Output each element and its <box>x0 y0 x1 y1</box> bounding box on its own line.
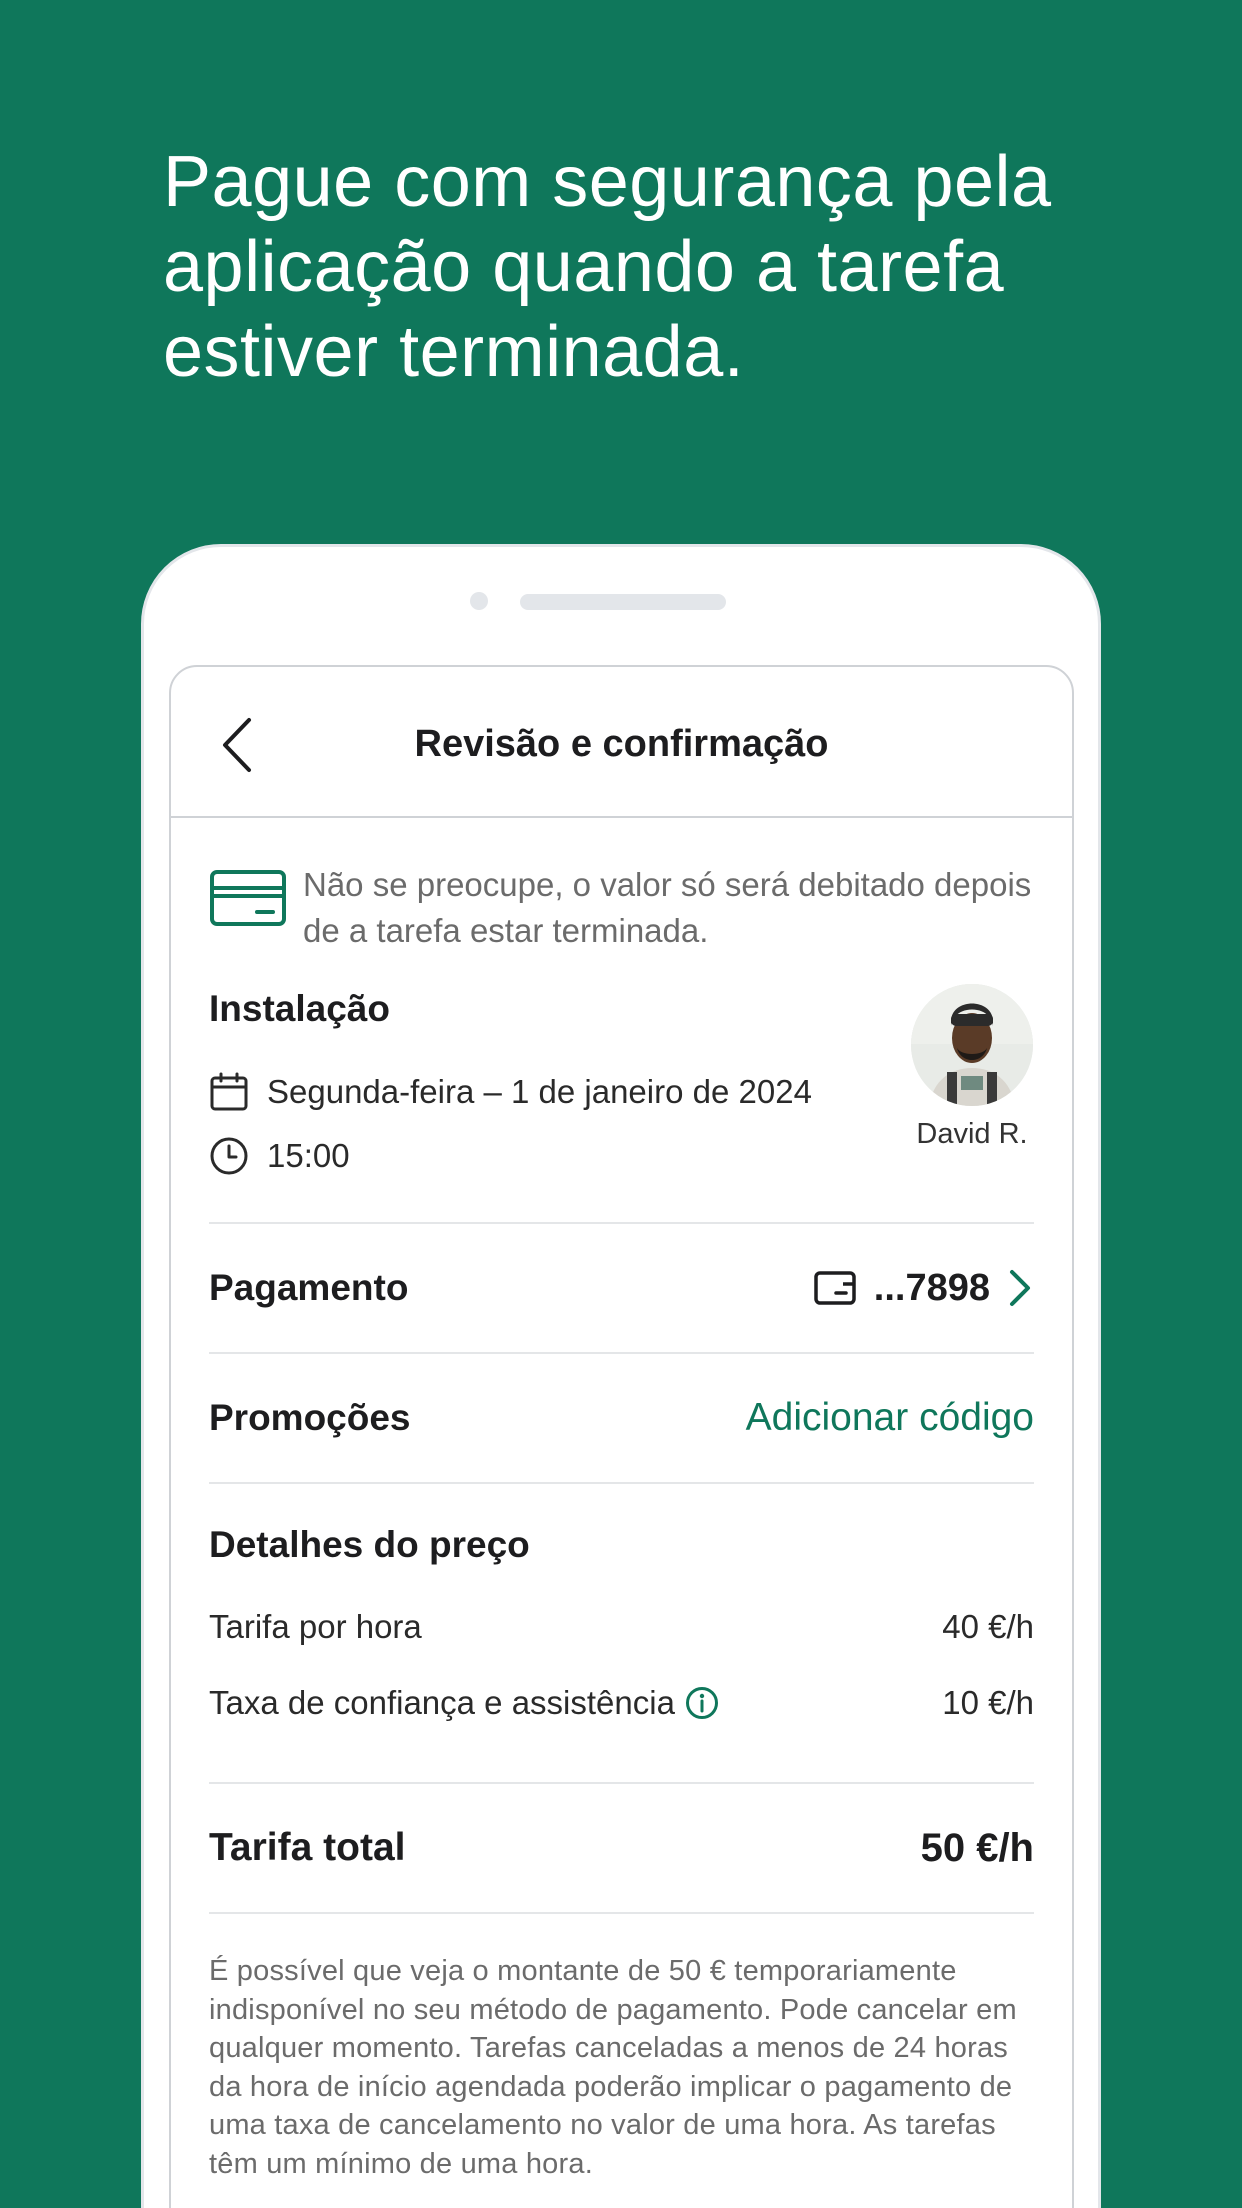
task-title: Instalação <box>209 988 390 1029</box>
total-value: 50 €/h <box>920 1825 1034 1870</box>
task-time: 15:00 <box>267 1137 350 1174</box>
trust-fee-label: Taxa de confiança e assistência <box>209 1684 675 1721</box>
total-label: Tarifa total <box>209 1826 406 1869</box>
task-date: Segunda-feira – 1 de janeiro de 2024 <box>267 1073 812 1110</box>
tasker-name: David R. <box>916 1118 1028 1150</box>
task-time-row: 15:00 <box>209 1136 350 1176</box>
payment-label: Pagamento <box>209 1267 409 1308</box>
payment-notice: Não se preocupe, o valor só será debitad… <box>209 818 1034 954</box>
phone-speaker <box>520 594 726 610</box>
phone-frame: Revisão e confirmação Não se preocupe, o… <box>141 544 1101 2208</box>
credit-card-icon <box>210 870 286 926</box>
promotions-label: Promoções <box>209 1397 411 1438</box>
review-screen: Revisão e confirmação Não se preocupe, o… <box>169 665 1074 2208</box>
total-row: Tarifa total 50 €/h <box>209 1784 1034 1914</box>
task-summary: Instalação Segunda-feira – 1 de janeiro … <box>209 984 1034 1224</box>
avatar <box>911 984 1033 1106</box>
payment-method[interactable]: ...7898 <box>814 1267 1034 1310</box>
task-date-row: Segunda-feira – 1 de janeiro de 2024 <box>209 1072 812 1112</box>
page-title: Revisão e confirmação <box>414 723 829 765</box>
promotions-row: Promoções Adicionar código <box>209 1354 1034 1484</box>
hourly-rate-value: 40 €/h <box>942 1608 1034 1645</box>
fee-label-group: Taxa de confiança e assistência <box>209 1684 719 1722</box>
payment-row[interactable]: Pagamento ...7898 <box>209 1224 1034 1354</box>
clock-icon <box>210 1137 248 1175</box>
disclaimer-text: É possível que veja o montante de 50 € t… <box>209 1955 1017 2180</box>
info-icon[interactable] <box>685 1686 719 1720</box>
trust-fee-value: 10 €/h <box>942 1684 1034 1721</box>
chevron-right-icon <box>1010 1270 1030 1306</box>
price-details-title: Detalhes do preço <box>209 1524 530 1565</box>
hourly-rate-label: Tarifa por hora <box>209 1608 422 1645</box>
tasker-profile[interactable]: David R. <box>910 984 1034 1151</box>
price-row-hourly: Tarifa por hora 40 €/h <box>209 1608 1034 1646</box>
price-details: Detalhes do preço Tarifa por hora 40 €/h… <box>209 1484 1034 1784</box>
calendar-icon <box>210 1072 248 1111</box>
card-last-digits: ...7898 <box>873 1266 990 1309</box>
notice-text: Não se preocupe, o valor só será debitad… <box>303 866 1032 949</box>
add-code-link[interactable]: Adicionar código <box>746 1396 1034 1440</box>
promo-headline: Pague com segurança pela aplicação quand… <box>163 142 1052 392</box>
phone-camera <box>470 592 488 610</box>
card-icon <box>814 1271 856 1305</box>
price-row-fee: Taxa de confiança e assistência 10 €/h <box>209 1684 1034 1722</box>
nav-bar: Revisão e confirmação <box>171 667 1072 818</box>
